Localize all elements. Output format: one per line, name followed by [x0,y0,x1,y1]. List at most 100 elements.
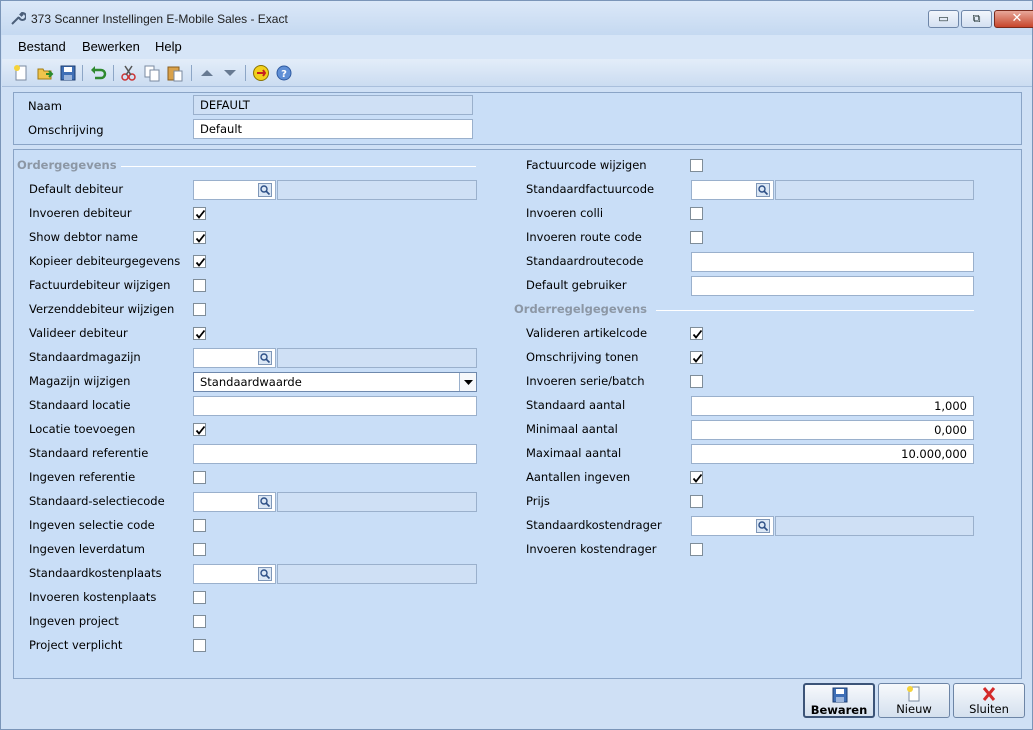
standaardkostenplaats-label: Standaardkostenplaats [29,566,162,580]
menu-bewerken[interactable]: Bewerken [82,39,140,54]
omschrijving-tonen-checkbox[interactable] [690,351,703,364]
bewaren-label: Bewaren [810,703,868,717]
minimaal-aantal-input[interactable]: 0,000 [691,420,974,440]
kopieer-debiteurgegevens-checkbox[interactable] [193,255,206,268]
standaardkostenplaats-input[interactable] [193,564,276,584]
default-debiteur-description [277,180,477,200]
toolbar-separator [82,65,83,81]
show-debtor-name-checkbox[interactable] [193,231,206,244]
ingeven-project-label: Ingeven project [29,614,119,628]
ingeven-referentie-checkbox[interactable] [193,471,206,484]
maximaal-aantal-input[interactable]: 10.000,000 [691,444,974,464]
header-panel: Naam DEFAULT Omschrijving Default [13,92,1022,145]
menu-bar: Bestand Bewerken Help [2,35,1032,59]
invoeren-route-code-checkbox[interactable] [690,231,703,244]
valideren-artikelcode-label: Valideren artikelcode [526,326,648,340]
invoeren-kostenplaats-checkbox[interactable] [193,591,206,604]
standaardmagazijn-input[interactable] [193,348,276,368]
copy-icon[interactable] [143,64,161,82]
toolbar-separator [113,65,114,81]
maximaal-aantal-label: Maximaal aantal [526,446,622,460]
invoeren-colli-checkbox[interactable] [690,207,703,220]
undo-icon[interactable] [89,64,107,82]
standaard-locatie-input[interactable] [193,396,477,416]
invoeren-debiteur-checkbox[interactable] [193,207,206,220]
sluiten-button[interactable]: Sluiten [953,683,1025,718]
invoeren-kostendrager-label: Invoeren kostendrager [526,542,657,556]
minimaal-aantal-label: Minimaal aantal [526,422,618,436]
valideer-debiteur-checkbox[interactable] [193,327,206,340]
valideren-artikelcode-checkbox[interactable] [690,327,703,340]
close-icon [982,687,996,701]
standaardroutecode-input[interactable] [691,252,974,272]
restore-icon: ⧉ [972,12,981,25]
standaardfactuurcode-label: Standaardfactuurcode [526,182,655,196]
magazijn-wijzigen-value: Standaardwaarde [200,375,302,389]
section-divider [656,310,974,311]
naam-label: Naam [28,99,62,113]
project-verplicht-checkbox[interactable] [193,639,206,652]
naam-field: DEFAULT [193,95,473,115]
standaardfactuurcode-input[interactable] [691,180,774,200]
standaard-selectiecode-input[interactable] [193,492,276,512]
standaardmagazijn-label: Standaardmagazijn [29,350,141,364]
invoeren-serie-batch-checkbox[interactable] [690,375,703,388]
default-debiteur-label: Default debiteur [29,182,124,196]
default-debiteur-input[interactable] [193,180,276,200]
checkmark-icon [195,425,206,435]
locatie-toevoegen-checkbox[interactable] [193,423,206,436]
ingeven-leverdatum-label: Ingeven leverdatum [29,542,145,556]
invoeren-kostendrager-checkbox[interactable] [690,543,703,556]
title-bar: 373 Scanner Instellingen E-Mobile Sales … [1,1,1033,35]
open-icon[interactable] [36,64,54,82]
cut-icon[interactable] [120,64,138,82]
nieuw-button[interactable]: Nieuw [878,683,950,718]
close-window-button[interactable]: ✕ [994,10,1033,28]
toolbar-separator [245,65,246,81]
standaardkostendrager-input[interactable] [691,516,774,536]
ingeven-selectie-code-checkbox[interactable] [193,519,206,532]
ingeven-leverdatum-checkbox[interactable] [193,543,206,556]
search-icon[interactable] [258,495,272,509]
bewaren-button[interactable]: Bewaren [803,683,875,718]
factuurdebiteur-wijzigen-checkbox[interactable] [193,279,206,292]
standaardkostendrager-description [775,516,974,536]
default-gebruiker-input[interactable] [691,276,974,296]
minimize-icon: ▭ [938,12,949,25]
ingeven-referentie-label: Ingeven referentie [29,470,136,484]
search-icon[interactable] [756,519,770,533]
toolbar-separator [191,65,192,81]
magazijn-wijzigen-select[interactable]: Standaardwaarde [193,372,477,392]
search-icon[interactable] [258,351,272,365]
paste-icon[interactable] [166,64,184,82]
factuurcode-wijzigen-checkbox[interactable] [690,159,703,172]
search-icon[interactable] [756,183,770,197]
help-icon[interactable]: ? [275,64,293,82]
exact-logo-icon[interactable] [252,64,270,82]
checkmark-icon [195,257,206,267]
up-icon[interactable] [198,64,216,82]
verzenddebiteur-wijzigen-checkbox[interactable] [193,303,206,316]
new-icon[interactable] [12,64,30,82]
omschrijving-field[interactable]: Default [193,119,473,139]
menu-bestand[interactable]: Bestand [18,39,66,54]
save-icon[interactable] [59,64,77,82]
prijs-checkbox[interactable] [690,495,703,508]
standaardfactuurcode-description [775,180,974,200]
dropdown-arrow[interactable] [459,373,476,391]
valideer-debiteur-label: Valideer debiteur [29,326,128,340]
invoeren-serie-batch-label: Invoeren serie/batch [526,374,645,388]
aantallen-ingeven-checkbox[interactable] [690,471,703,484]
standaard-aantal-input[interactable]: 1,000 [691,396,974,416]
checkmark-icon [692,473,703,483]
checkmark-icon [692,329,703,339]
standaard-referentie-input[interactable] [193,444,477,464]
minimize-button[interactable]: ▭ [928,10,959,28]
ingeven-project-checkbox[interactable] [193,615,206,628]
search-icon[interactable] [258,567,272,581]
menu-help[interactable]: Help [155,39,182,54]
search-icon[interactable] [258,183,272,197]
kopieer-debiteurgegevens-label: Kopieer debiteurgegevens [29,254,181,268]
down-icon[interactable] [221,64,239,82]
restore-button[interactable]: ⧉ [961,10,992,28]
